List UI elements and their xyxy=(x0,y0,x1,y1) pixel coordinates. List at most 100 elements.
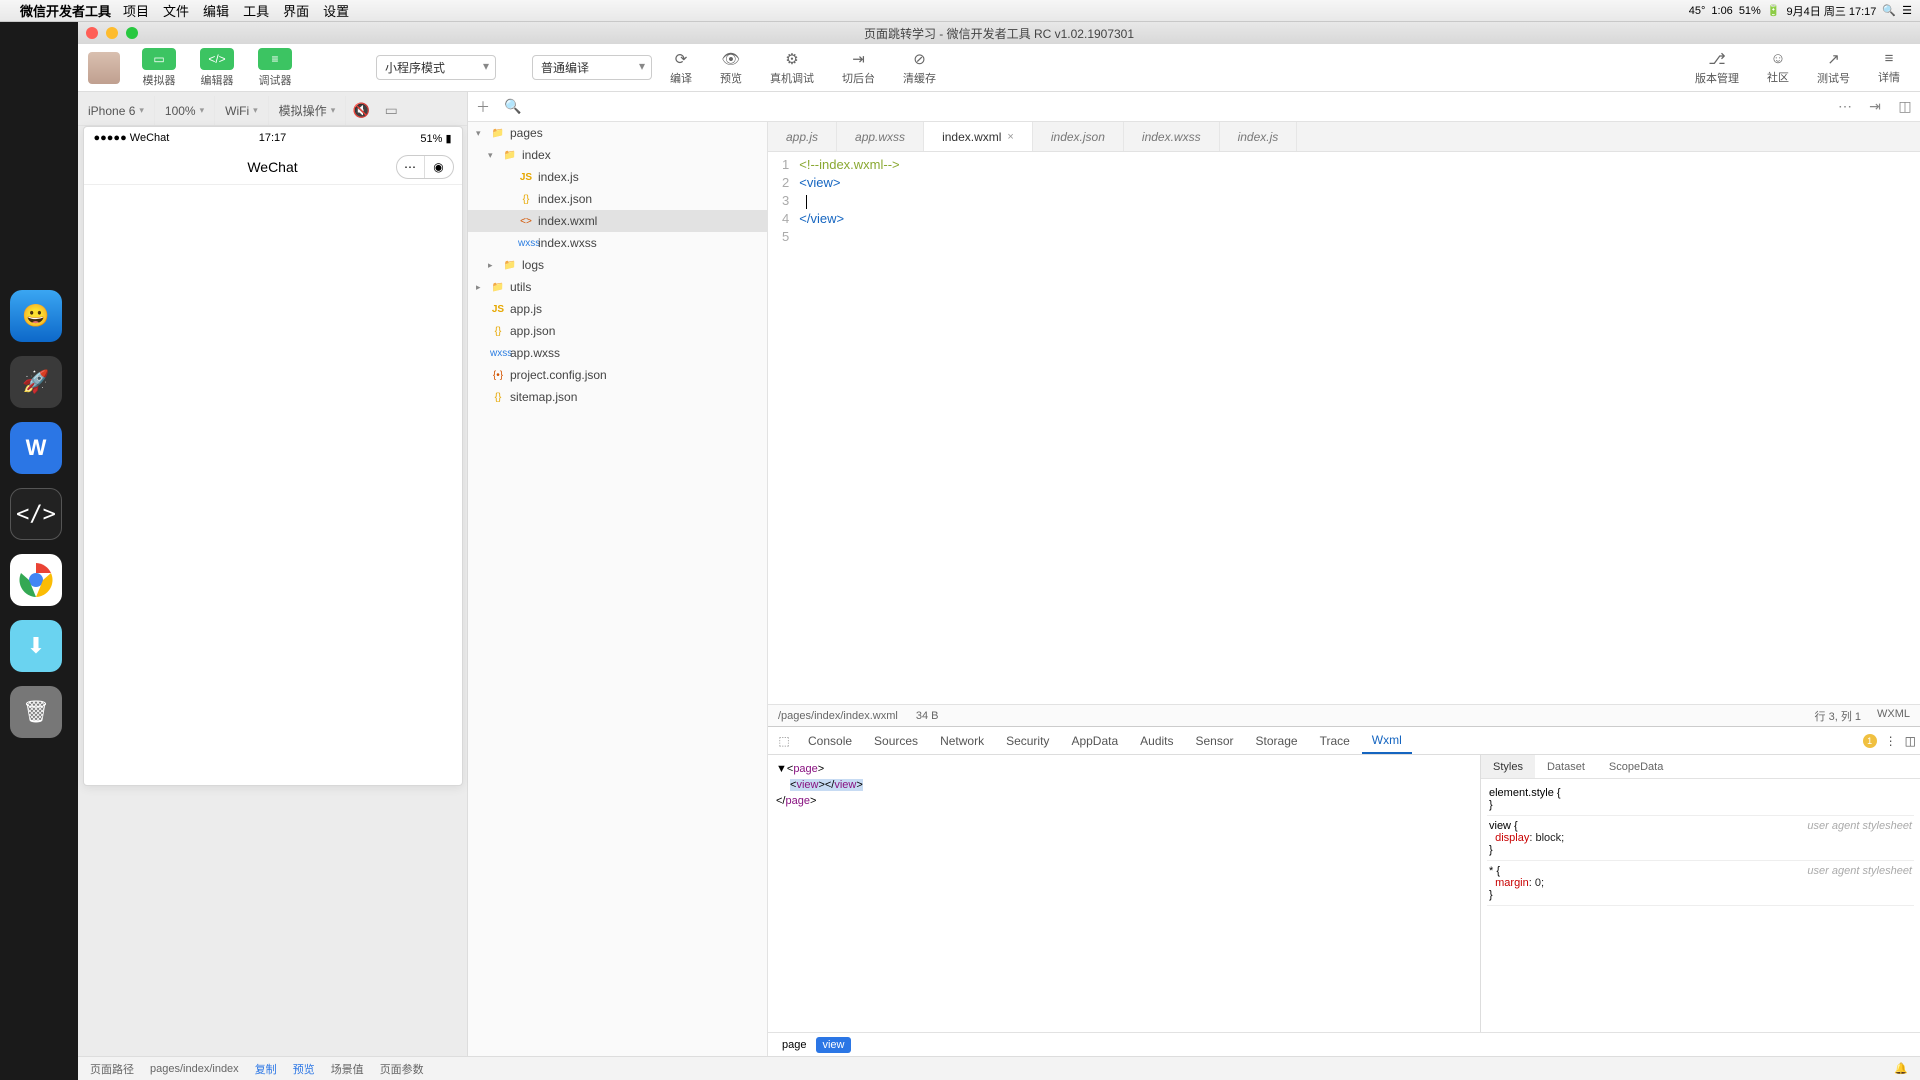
minimize-button[interactable] xyxy=(106,27,118,39)
community-button[interactable]: ☺社区 xyxy=(1757,50,1799,85)
rotate-icon[interactable]: ▭ xyxy=(376,102,406,119)
devtab-sensor[interactable]: Sensor xyxy=(1186,727,1244,754)
menubar-app-name[interactable]: 微信开发者工具 xyxy=(20,1,111,20)
file-app-wxss[interactable]: wxssapp.wxss xyxy=(468,342,767,364)
background-button[interactable]: ⇥切后台 xyxy=(832,50,885,86)
split-icon[interactable]: ◫ xyxy=(1890,98,1920,115)
dock-finder[interactable]: 😀 xyxy=(10,290,62,342)
file-explorer[interactable]: ▾📁pages ▾📁index JSindex.js {}index.json … xyxy=(468,122,768,1056)
folder-index[interactable]: ▾📁index xyxy=(468,144,767,166)
user-avatar[interactable] xyxy=(88,52,120,84)
devtab-storage[interactable]: Storage xyxy=(1246,727,1308,754)
details-button[interactable]: ≡详情 xyxy=(1868,50,1910,85)
devtab-wxml[interactable]: Wxml xyxy=(1362,727,1412,754)
copy-link[interactable]: 复制 xyxy=(255,1061,277,1077)
more-icon[interactable]: ⋯ xyxy=(1830,98,1860,115)
devtab-appdata[interactable]: AppData xyxy=(1061,727,1128,754)
tab-index-wxss[interactable]: index.wxss xyxy=(1124,122,1220,151)
dock-wechat-devtools[interactable]: </> xyxy=(10,488,62,540)
devtools-dock-icon[interactable]: ◫ xyxy=(1905,734,1916,748)
file-app-js[interactable]: JSapp.js xyxy=(468,298,767,320)
tab-index-js[interactable]: index.js xyxy=(1220,122,1298,151)
devtab-network[interactable]: Network xyxy=(930,727,994,754)
menu-settings[interactable]: 设置 xyxy=(323,1,349,20)
warning-badge[interactable]: 1 xyxy=(1863,734,1877,748)
mode-select[interactable]: 小程序模式 xyxy=(376,55,496,80)
element-picker-icon[interactable]: ⬚ xyxy=(772,734,796,748)
close-icon[interactable]: × xyxy=(1007,131,1013,143)
device-select[interactable]: iPhone 6 xyxy=(78,96,155,125)
collapse-icon[interactable]: ⇥ xyxy=(1860,98,1890,115)
phone-simulator[interactable]: ●●●●● WeChat 17:17 51% ▮ WeChat ⋯◉ xyxy=(83,126,463,786)
scopedata-tab[interactable]: ScopeData xyxy=(1597,755,1675,778)
styles-tab[interactable]: Styles xyxy=(1481,755,1535,778)
menu-edit[interactable]: 编辑 xyxy=(203,1,229,20)
breadcrumb-view[interactable]: view xyxy=(816,1037,850,1053)
dock-trash[interactable]: 🗑 xyxy=(10,686,62,738)
tab-index-wxml[interactable]: index.wxml× xyxy=(924,122,1033,151)
capsule-button[interactable]: ⋯◉ xyxy=(396,155,454,179)
file-index-wxss[interactable]: wxssindex.wxss xyxy=(468,232,767,254)
mute-icon[interactable]: 🔇 xyxy=(346,102,376,119)
close-button[interactable] xyxy=(86,27,98,39)
folder-utils[interactable]: ▸📁utils xyxy=(468,276,767,298)
dock-chrome[interactable] xyxy=(10,554,62,606)
file-index-json[interactable]: {}index.json xyxy=(468,188,767,210)
tab-index-json[interactable]: index.json xyxy=(1033,122,1124,151)
preview-link[interactable]: 预览 xyxy=(293,1061,315,1077)
menu-project[interactable]: 项目 xyxy=(123,1,149,20)
file-sitemap[interactable]: {}sitemap.json xyxy=(468,386,767,408)
preview-button[interactable]: 👁预览 xyxy=(710,50,752,86)
devtools-more-icon[interactable]: ⋮ xyxy=(1885,734,1897,748)
notification-icon[interactable]: ☰ xyxy=(1902,4,1912,17)
new-file-icon[interactable]: ＋ xyxy=(468,97,498,117)
breadcrumb-page[interactable]: page xyxy=(776,1037,812,1053)
compile-button[interactable]: ⟳编译 xyxy=(660,50,702,86)
devtab-security[interactable]: Security xyxy=(996,727,1059,754)
devtab-trace[interactable]: Trace xyxy=(1310,727,1360,754)
file-project-config[interactable]: {•}project.config.json xyxy=(468,364,767,386)
testaccount-button[interactable]: ↗测试号 xyxy=(1807,50,1860,86)
file-index-wxml[interactable]: <>index.wxml xyxy=(468,210,767,232)
devtab-sources[interactable]: Sources xyxy=(864,727,928,754)
version-button[interactable]: ⎇版本管理 xyxy=(1685,50,1749,86)
menubar-temp[interactable]: 45° xyxy=(1689,5,1706,17)
mock-select[interactable]: 模拟操作 xyxy=(269,96,347,125)
style-rules[interactable]: element.style {} user agent stylesheetvi… xyxy=(1481,779,1920,1032)
folder-logs[interactable]: ▸📁logs xyxy=(468,254,767,276)
search-icon[interactable]: 🔍 xyxy=(498,98,528,115)
simulator-toggle[interactable]: ▭模拟器 xyxy=(134,46,184,90)
devtab-audits[interactable]: Audits xyxy=(1130,727,1183,754)
wxml-tree[interactable]: ▼<page> <view></view> </page> xyxy=(768,755,1480,1032)
dock-wps[interactable]: W xyxy=(10,422,62,474)
capsule-close-icon[interactable]: ◉ xyxy=(425,156,453,178)
debugger-toggle[interactable]: ≡调试器 xyxy=(250,46,300,90)
scene-label[interactable]: 场景值 xyxy=(331,1061,364,1077)
spotlight-icon[interactable]: 🔍 xyxy=(1882,4,1896,17)
phone-viewport[interactable] xyxy=(84,185,462,785)
dock-downloads[interactable]: ⬇ xyxy=(10,620,62,672)
tab-app-wxss[interactable]: app.wxss xyxy=(837,122,924,151)
file-app-json[interactable]: {}app.json xyxy=(468,320,767,342)
folder-pages[interactable]: ▾📁pages xyxy=(468,122,767,144)
zoom-select[interactable]: 100% xyxy=(155,96,215,125)
menubar-battery[interactable]: 51% xyxy=(1739,5,1761,17)
menu-tools[interactable]: 工具 xyxy=(243,1,269,20)
status-language[interactable]: WXML xyxy=(1877,708,1910,724)
compile-mode-select[interactable]: 普通编译 xyxy=(532,55,652,80)
menubar-date[interactable]: 9月4日 周三 17:17 xyxy=(1787,3,1877,19)
remote-debug-button[interactable]: ⚙真机调试 xyxy=(760,50,824,86)
capsule-menu-icon[interactable]: ⋯ xyxy=(397,156,425,178)
window-titlebar[interactable]: 页面跳转学习 - 微信开发者工具 RC v1.02.1907301 xyxy=(78,22,1920,44)
menu-ui[interactable]: 界面 xyxy=(283,1,309,20)
editor-toggle[interactable]: </>编辑器 xyxy=(192,46,242,90)
page-params-label[interactable]: 页面参数 xyxy=(380,1061,424,1077)
status-cursor-pos[interactable]: 行 3, 列 1 xyxy=(1815,708,1861,724)
tab-app-js[interactable]: app.js xyxy=(768,122,837,151)
maximize-button[interactable] xyxy=(126,27,138,39)
network-select[interactable]: WiFi xyxy=(215,96,269,125)
devtab-console[interactable]: Console xyxy=(798,727,862,754)
menubar-uptime[interactable]: 1:06 xyxy=(1711,5,1732,17)
notification-bell-icon[interactable]: 🔔 xyxy=(1894,1062,1908,1075)
file-index-js[interactable]: JSindex.js xyxy=(468,166,767,188)
